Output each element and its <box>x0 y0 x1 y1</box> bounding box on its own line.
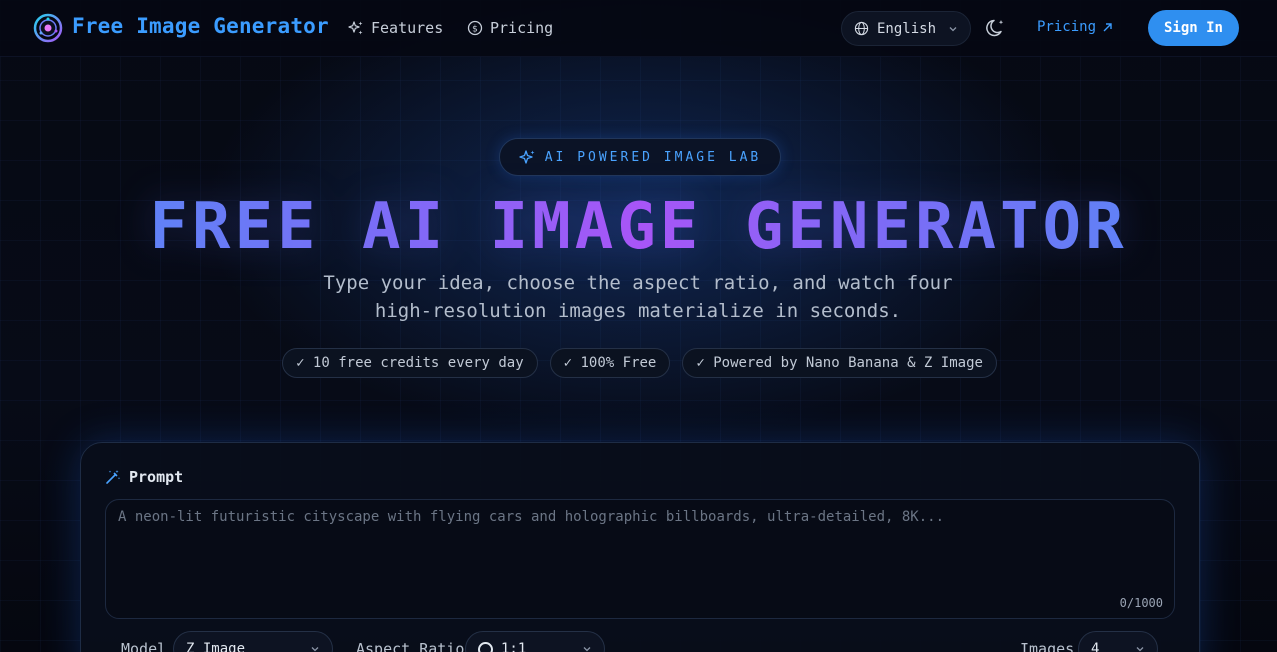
prompt-box: 0/1000 <box>105 499 1175 619</box>
chevron-down-icon <box>949 26 957 31</box>
prompt-label: Prompt <box>129 468 184 486</box>
aspect-ratio-label: Aspect Ratio <box>356 640 465 652</box>
theme-toggle-moon-icon[interactable] <box>985 17 1007 39</box>
aspect-ratio-value: 1:1 <box>501 641 527 652</box>
svg-text:$: $ <box>472 24 478 34</box>
chevron-down-icon <box>583 647 591 652</box>
prompt-textarea[interactable] <box>106 500 1174 618</box>
pricing-external-link[interactable]: Pricing <box>1037 19 1113 35</box>
nav-link-label: Features <box>371 19 444 37</box>
nav-link-features[interactable]: Features <box>348 19 443 37</box>
feature-chip: ✓ 10 free credits every day <box>282 348 538 378</box>
feature-chip: ✓ 100% Free <box>549 348 671 378</box>
feature-chips: ✓ 10 free credits every day ✓ 100% Free … <box>0 348 1277 378</box>
generator-panel: Prompt 0/1000 Model Z Image Aspect Ratio… <box>80 442 1200 652</box>
hero-badge-label: AI POWERED IMAGE LAB <box>544 149 762 165</box>
ratio-circle-icon <box>478 641 493 652</box>
globe-icon <box>854 21 869 36</box>
images-count-select[interactable]: 4 <box>1078 631 1158 652</box>
model-label: Model <box>121 640 167 652</box>
feature-chip: ✓ Powered by Nano Banana & Z Image <box>682 348 997 378</box>
model-value: Z Image <box>186 641 246 652</box>
chevron-down-icon <box>311 647 319 652</box>
brand-name[interactable]: Free Image Generator <box>72 14 329 38</box>
images-count-value: 4 <box>1091 641 1100 652</box>
dollar-coin-icon: $ <box>467 20 483 36</box>
hero-headline: FREE AI IMAGE GENERATOR <box>0 190 1277 264</box>
arrow-up-right-icon <box>1103 22 1112 31</box>
pricing-link-label: Pricing <box>1037 19 1097 35</box>
brand-logo-icon[interactable] <box>33 13 63 43</box>
language-label: English <box>877 20 937 37</box>
hero-subtitle-line: Type your idea, choose the aspect ratio,… <box>323 272 953 294</box>
sign-in-button[interactable]: Sign In <box>1148 10 1239 46</box>
char-counter: 0/1000 <box>1119 596 1163 610</box>
hero-subtitle: Type your idea, choose the aspect ratio,… <box>238 269 1038 325</box>
hero-badge: AI POWERED IMAGE LAB <box>499 138 781 176</box>
hero-subtitle-line: high-resolution images materialize in se… <box>374 300 902 322</box>
sparkles-icon <box>519 149 535 164</box>
nav-link-label: Pricing <box>490 19 554 37</box>
prompt-heading: Prompt <box>105 468 183 486</box>
magic-wand-icon <box>106 470 121 484</box>
top-navbar: Free Image Generator Features $ Pricing … <box>0 0 1277 57</box>
model-select[interactable]: Z Image <box>173 631 333 652</box>
images-count-label: Images <box>1020 640 1075 652</box>
language-selector[interactable]: English <box>841 11 971 46</box>
nav-link-pricing[interactable]: $ Pricing <box>467 19 553 37</box>
sparkles-icon <box>348 21 363 35</box>
aspect-ratio-select[interactable]: 1:1 <box>465 631 605 652</box>
chevron-down-icon <box>1136 647 1144 652</box>
